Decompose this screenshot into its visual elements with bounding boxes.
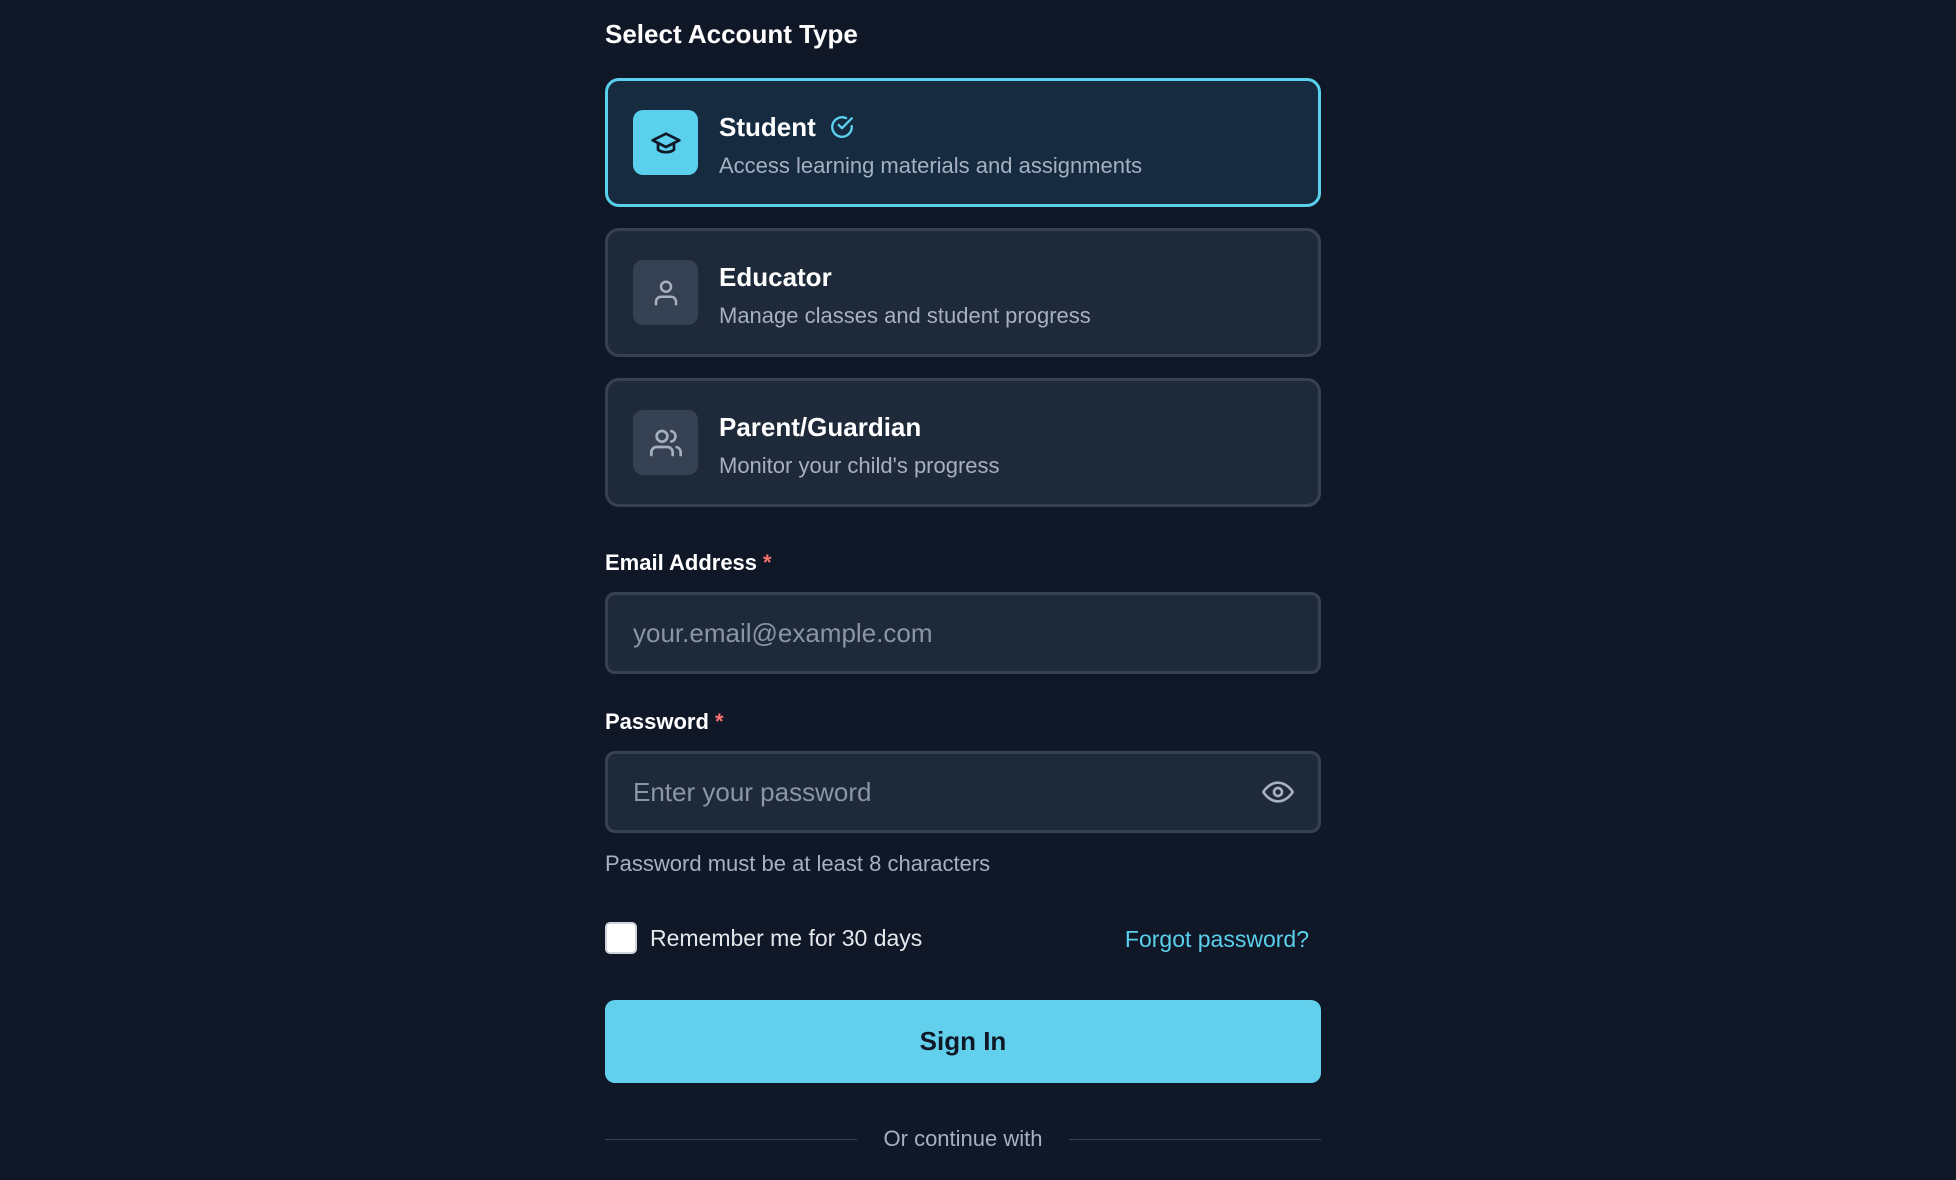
users-icon: [633, 410, 698, 475]
password-hint: Password must be at least 8 characters: [605, 851, 991, 876]
divider-text: Or continue with: [883, 1126, 1043, 1151]
account-option-title: Parent/Guardian: [719, 412, 922, 442]
divider-line: [1069, 1138, 1321, 1140]
account-option-title: Student: [719, 112, 816, 142]
account-option-description: Manage classes and student progress: [719, 303, 1091, 328]
account-option-title: Educator: [719, 262, 832, 292]
divider-line: [605, 1138, 857, 1140]
graduation-cap-icon: [633, 110, 698, 175]
password-field[interactable]: [633, 754, 1233, 830]
email-label: Email Address *: [605, 549, 772, 577]
sign-in-button[interactable]: Sign In: [605, 1000, 1321, 1083]
account-option-description: Access learning materials and assignment…: [719, 153, 1143, 178]
check-circle-icon: [829, 114, 855, 140]
divider: Or continue with: [605, 1122, 1321, 1156]
remember-me[interactable]: Remember me for 30 days: [605, 922, 922, 954]
account-option-student[interactable]: Student Access learning materials and as…: [605, 78, 1321, 207]
email-field-box: [605, 592, 1321, 674]
remember-me-label: Remember me for 30 days: [650, 925, 923, 951]
eye-icon[interactable]: [1260, 774, 1296, 810]
password-label-text: Password: [605, 709, 709, 734]
user-icon: [633, 260, 698, 325]
required-mark: *: [763, 550, 772, 575]
password-label: Password *: [605, 708, 724, 736]
account-option-description: Monitor your child's progress: [719, 453, 1000, 478]
email-field[interactable]: [633, 595, 1233, 671]
required-mark: *: [714, 709, 724, 734]
remember-me-checkbox[interactable]: [605, 922, 637, 954]
account-type-heading: Select Account Type: [605, 19, 858, 49]
email-label-text: Email Address: [605, 550, 758, 575]
forgot-password-link[interactable]: Forgot password?: [1125, 923, 1309, 955]
password-field-box: [605, 751, 1321, 833]
account-option-parent-guardian[interactable]: Parent/Guardian Monitor your child's pro…: [605, 378, 1321, 507]
account-option-educator[interactable]: Educator Manage classes and student prog…: [605, 228, 1321, 357]
